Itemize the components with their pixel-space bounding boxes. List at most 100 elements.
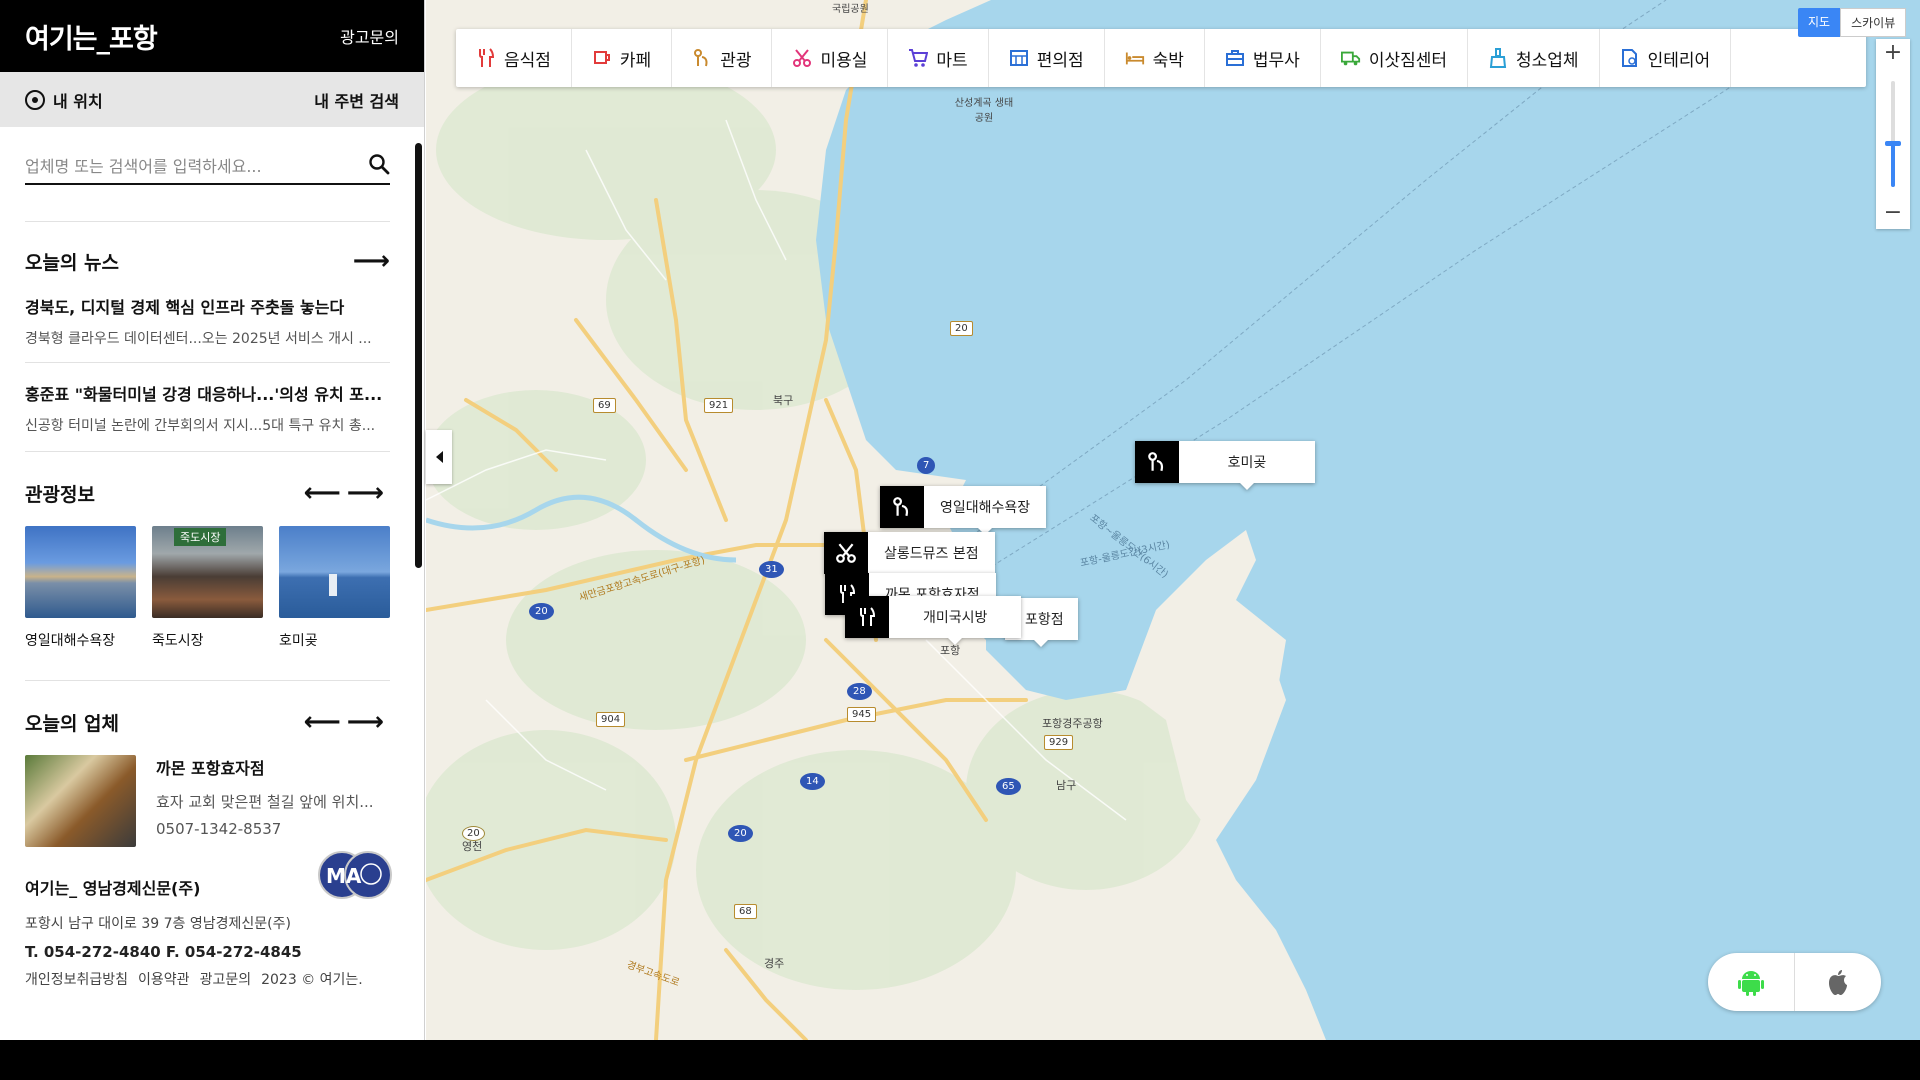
map-label: 경주 bbox=[764, 957, 785, 970]
sidebar-content[interactable]: 오늘의 뉴스 ⟶ 경북도, 디지털 경제 핵심 인프라 주춧돌 놓는다 경북형 … bbox=[0, 127, 415, 1040]
tourism-card[interactable]: 영일대해수욕장 bbox=[25, 526, 136, 650]
route-shield: 20 bbox=[950, 321, 973, 336]
app-download-buttons bbox=[1708, 953, 1881, 1011]
map-marker[interactable]: 영일대해수욕장 bbox=[880, 486, 1047, 535]
ad-link[interactable]: 광고문의 bbox=[200, 969, 252, 989]
android-app-button[interactable] bbox=[1708, 953, 1795, 1011]
category-label: 관광 bbox=[720, 50, 752, 71]
business-nav: ⟵⟶ bbox=[303, 707, 390, 737]
map-label: 국립공원 bbox=[832, 4, 869, 15]
category-restaurant[interactable]: 음식점 bbox=[456, 29, 572, 87]
brand-logo[interactable]: 여기는_포항 bbox=[25, 17, 158, 56]
route-shield: 904 bbox=[596, 712, 626, 727]
next-arrow-icon[interactable]: ⟶ bbox=[347, 707, 390, 737]
map-type-map-button[interactable]: 지도 bbox=[1798, 8, 1841, 37]
my-location-button[interactable]: 내 위치 bbox=[25, 88, 103, 112]
route-shield: 31 bbox=[759, 561, 784, 578]
category-legal[interactable]: 법무사 bbox=[1205, 29, 1321, 87]
collapse-sidebar-button[interactable] bbox=[426, 430, 452, 484]
zoom-level-fill bbox=[1891, 142, 1895, 187]
news-more-arrow-icon[interactable]: ⟶ bbox=[353, 246, 390, 276]
route-shield: 921 bbox=[704, 398, 734, 413]
map-type-toggle: 지도 스카이뷰 bbox=[1798, 8, 1907, 37]
truck-icon bbox=[1340, 48, 1361, 68]
category-bar: 음식점 카페 관광 미용실 마트 편의점 숙박 법무사 이삿짐센터 청소업체 인… bbox=[456, 29, 1866, 87]
tourism-card[interactable]: 호미곶 bbox=[279, 526, 390, 650]
terms-link[interactable]: 이용약관 bbox=[138, 969, 190, 989]
search-input[interactable] bbox=[25, 156, 345, 176]
homigot-photo bbox=[279, 526, 390, 618]
ma-certification-logo: MA bbox=[318, 851, 392, 899]
news-title: 오늘의 뉴스 bbox=[25, 251, 120, 274]
ad-inquiry-link[interactable]: 광고문의 bbox=[340, 24, 399, 48]
sidebar: 여기는_포항 광고문의 내 위치 내 주변 검색 오늘의 뉴스 ⟶ bbox=[0, 0, 425, 1040]
map-marker[interactable]: 살롱드뮤즈 본점 bbox=[824, 532, 995, 581]
prev-arrow-icon[interactable]: ⟵ bbox=[303, 707, 346, 737]
category-label: 음식점 bbox=[504, 50, 551, 71]
route-shield: 929 bbox=[1044, 735, 1074, 750]
scissors-icon bbox=[824, 532, 868, 574]
map-marker[interactable]: 호미곶 bbox=[1135, 441, 1315, 490]
category-cleaning[interactable]: 청소업체 bbox=[1468, 29, 1600, 87]
zoom-in-button[interactable]: + bbox=[1876, 39, 1910, 69]
map-type-skyview-button[interactable]: 스카이뷰 bbox=[1840, 8, 1907, 37]
tourism-caption: 영일대해수욕장 bbox=[25, 633, 116, 649]
business-header: 오늘의 업체 ⟵⟶ bbox=[25, 707, 390, 737]
zoom-slider-handle[interactable] bbox=[1885, 141, 1901, 146]
ios-app-button[interactable] bbox=[1795, 953, 1881, 1011]
caret-left-icon bbox=[435, 451, 443, 463]
category-convenience[interactable]: 편의점 bbox=[989, 29, 1105, 87]
apple-icon bbox=[1829, 970, 1847, 995]
tourism-nav: ⟵⟶ bbox=[303, 478, 390, 508]
tourism-card[interactable]: 죽도시장 죽도시장 bbox=[152, 526, 263, 650]
map-marker[interactable]: 개미국시방 bbox=[845, 596, 1022, 645]
location-bar: 내 위치 내 주변 검색 bbox=[0, 72, 424, 127]
marker-label: 개미국시방 bbox=[889, 596, 1022, 645]
marker-label: 호미곶 bbox=[1179, 441, 1315, 490]
category-lodging[interactable]: 숙박 bbox=[1105, 29, 1205, 87]
category-tourism[interactable]: 관광 bbox=[672, 29, 773, 87]
zoom-out-button[interactable]: − bbox=[1876, 199, 1910, 229]
category-moving[interactable]: 이삿짐센터 bbox=[1321, 29, 1469, 87]
map-canvas bbox=[426, 0, 1920, 1040]
route-shield: 28 bbox=[847, 683, 872, 700]
route-shield: 20 bbox=[462, 826, 485, 841]
map-label: 남구 bbox=[1056, 779, 1077, 792]
category-label: 이삿짐센터 bbox=[1368, 50, 1448, 71]
category-cafe[interactable]: 카페 bbox=[572, 29, 673, 87]
briefcase-icon bbox=[1225, 48, 1245, 68]
prev-arrow-icon[interactable]: ⟵ bbox=[303, 478, 346, 508]
news-item[interactable]: 경북도, 디지털 경제 핵심 인프라 주춧돌 놓는다 경북형 클라우드 데이터센… bbox=[25, 294, 390, 348]
privacy-link[interactable]: 개인정보취급방침 bbox=[25, 969, 128, 989]
map-label: 포항경주공항 bbox=[1042, 717, 1103, 730]
category-label: 법무사 bbox=[1252, 50, 1300, 71]
category-mart[interactable]: 마트 bbox=[888, 29, 989, 87]
search-icon[interactable] bbox=[368, 153, 390, 179]
news-item-summary: 경북형 클라우드 데이터센터...오는 2025년 서비스 개시 ... bbox=[25, 331, 372, 347]
map-view[interactable]: 북구 남구 포항 경주 영천 포항경주공항 산성계곡 생태공원 국립공원 20 … bbox=[426, 0, 1920, 1040]
next-arrow-icon[interactable]: ⟶ bbox=[347, 478, 390, 508]
map-label: 북구 bbox=[773, 394, 794, 407]
footer-phone: T. 054-272-4840 F. 054-272-4845 bbox=[25, 943, 302, 961]
brand-bar: 여기는_포항 광고문의 bbox=[0, 0, 424, 72]
category-salon[interactable]: 미용실 bbox=[772, 29, 889, 87]
category-interior[interactable]: 인테리어 bbox=[1600, 29, 1732, 87]
sidebar-scrollbar[interactable] bbox=[415, 143, 422, 568]
nearby-search-button[interactable]: 내 주변 검색 bbox=[314, 88, 399, 112]
news-item-title: 경북도, 디지털 경제 핵심 인프라 주춧돌 놓는다 bbox=[25, 298, 345, 317]
business-card[interactable]: 까몬 포항효자점 효자 교회 맞은편 철길 앞에 위치... 0507-1342… bbox=[25, 755, 390, 847]
copyright: 2023 © 여기는. bbox=[261, 972, 363, 988]
business-desc: 효자 교회 맞은편 철길 앞에 위치... bbox=[156, 793, 374, 811]
divider bbox=[25, 451, 390, 452]
bed-icon bbox=[1125, 48, 1145, 68]
scissors-icon bbox=[792, 48, 812, 68]
news-item[interactable]: 홍준표 "화물터미널 강경 대응하나...'의성 유치 포... 신공항 터미널… bbox=[25, 381, 390, 435]
fork-knife-icon bbox=[476, 48, 496, 68]
route-shield: 68 bbox=[734, 904, 757, 919]
category-label: 인테리어 bbox=[1647, 50, 1711, 71]
footer-links: 개인정보취급방침 이용약관 광고문의 2023 © 여기는. bbox=[25, 969, 390, 989]
tourism-caption: 죽도시장 bbox=[152, 633, 204, 649]
cart-icon bbox=[908, 48, 929, 68]
map-label: 산성계곡 생태공원 bbox=[954, 98, 1014, 124]
tour-icon bbox=[880, 486, 924, 528]
